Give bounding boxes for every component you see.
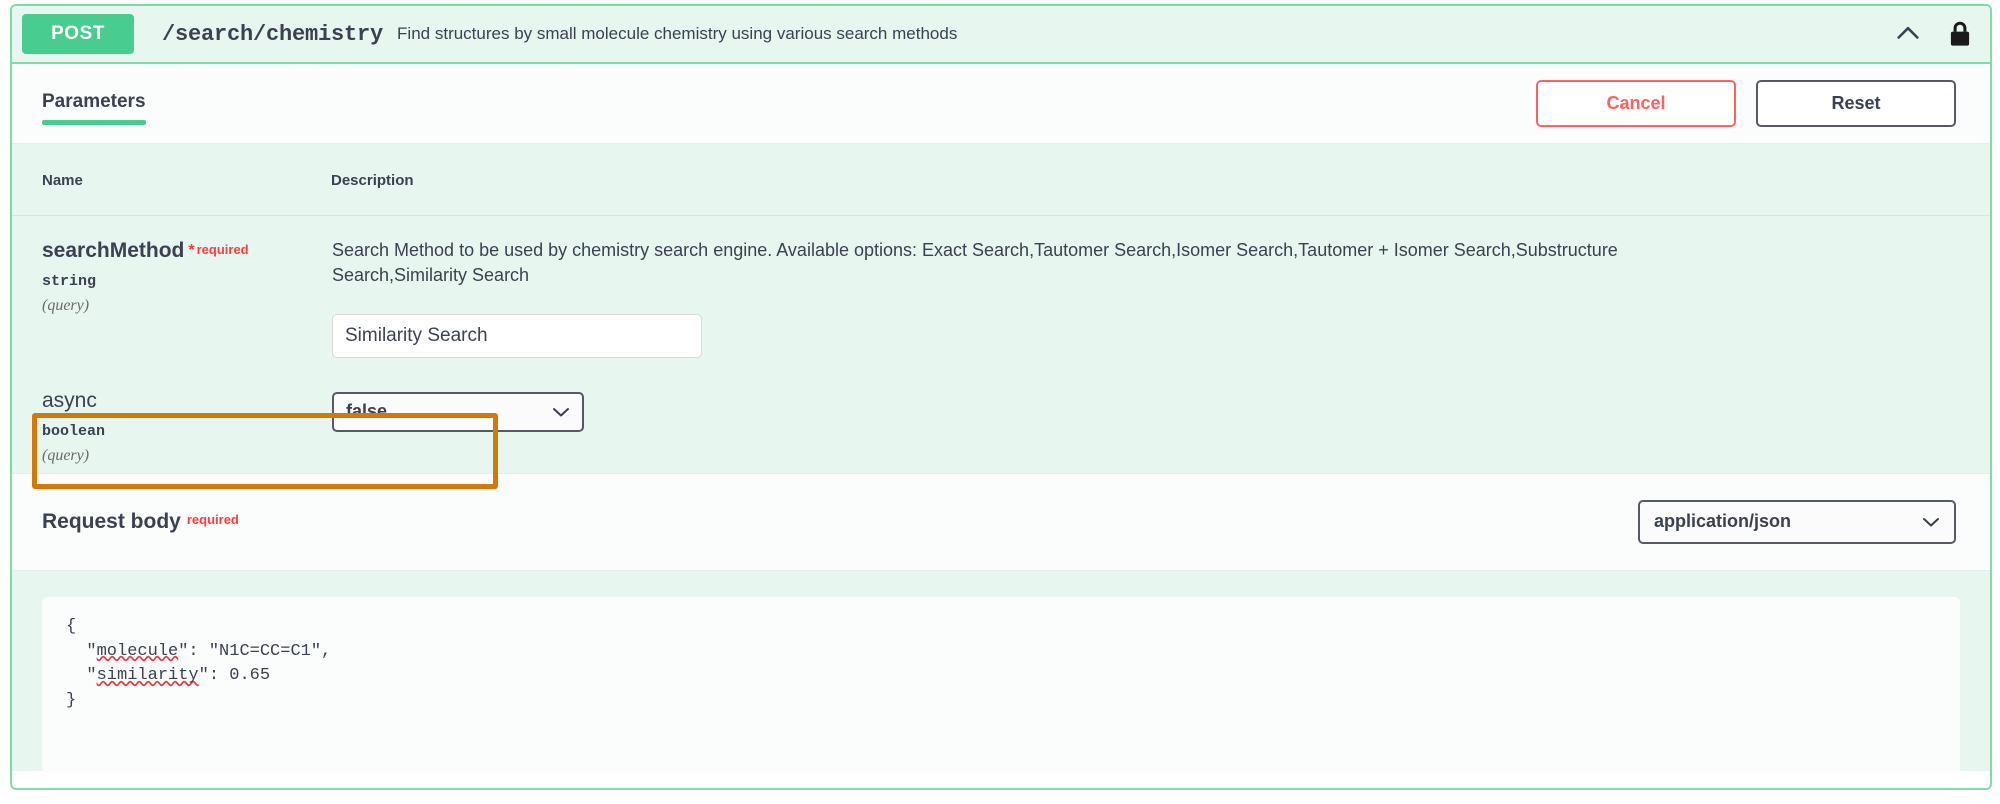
operation-summary-text: Find structures by small molecule chemis… [397,24,958,43]
code-line: } [66,690,77,710]
spellcheck-word: similarity [96,666,199,686]
request-body-header: Request body required application/json [12,472,1990,571]
cancel-button[interactable]: Cancel [1536,80,1736,127]
param-in-searchmethod: (query) [42,297,90,315]
param-name-label: searchMethod [42,239,185,262]
request-body-required-label: required [186,511,239,527]
http-method-badge: POST [22,14,134,54]
code-line: "similarity": 0.65 [66,666,271,686]
parameters-section: Name Description searchMethod * required s… [12,144,1990,473]
request-body-section: { "molecule": "N1C=CC=C1", "similarity":… [12,570,1990,773]
required-star-icon: * [188,242,195,259]
param-desc-cell-searchmethod: Search Method to be used by chemistry se… [331,216,1990,366]
content-type-wrap: application/json [1638,499,1956,544]
tabs-actions: Cancel Reset [1536,80,1956,127]
content-type-value: application/json [1654,511,1792,532]
param-name-searchmethod: searchMethod * required [42,238,330,264]
code-line: { [66,616,77,636]
lock-icon[interactable] [1948,20,1972,48]
async-select-value: false [346,401,388,422]
column-header-name: Name [12,144,331,216]
param-name-cell-searchmethod: searchMethod * required string (query) [12,216,331,366]
param-desc-cell-async: false [331,366,1990,473]
opblock-summary[interactable]: POST /search/chemistry Find structures b… [12,6,1990,64]
tabs-bar: Parameters Cancel Reset [12,64,1990,144]
param-name-async: async [42,388,97,412]
tab-parameters[interactable]: Parameters [42,77,146,131]
spellcheck-word: molecule [96,641,179,661]
chevron-down-icon [1923,517,1939,527]
param-name-cell-async: async boolean (query) [12,366,331,473]
operation-path: /search/chemistry [162,21,384,47]
async-select-wrap: false [332,391,584,432]
table-row: searchMethod * required string (query) Sea… [12,216,1990,366]
required-label: required [196,242,249,257]
param-description-searchmethod: Search Method to be used by chemistry se… [332,240,1618,285]
column-header-description: Description [331,144,1990,216]
param-type-searchmethod: string [42,273,97,291]
content-type-select[interactable]: application/json [1638,499,1956,544]
opblock-post-search-chemistry: POST /search/chemistry Find structures b… [10,4,1992,790]
request-body-editor[interactable]: { "molecule": "N1C=CC=C1", "similarity":… [42,596,1960,773]
code-line: "molecule": "N1C=CC=C1", [66,641,332,661]
param-in-async: (query) [42,446,90,464]
parameters-table: Name Description searchMethod * required s… [12,144,1990,473]
request-body-title: Request body [42,509,181,533]
summary-right-icons [1894,20,1972,48]
table-row: async boolean (query) false [12,366,1990,473]
reset-button[interactable]: Reset [1756,80,1956,127]
chevron-up-icon[interactable] [1894,20,1922,48]
request-body-code: { "molecule": "N1C=CC=C1", "similarity":… [66,615,1960,714]
parameters-table-header: Name Description [12,144,1990,216]
async-select[interactable]: false [332,391,584,432]
request-body-title-wrap: Request body required [42,510,239,534]
chevron-down-icon [553,407,569,417]
param-type-async: boolean [42,422,106,440]
search-method-input[interactable] [332,313,702,358]
